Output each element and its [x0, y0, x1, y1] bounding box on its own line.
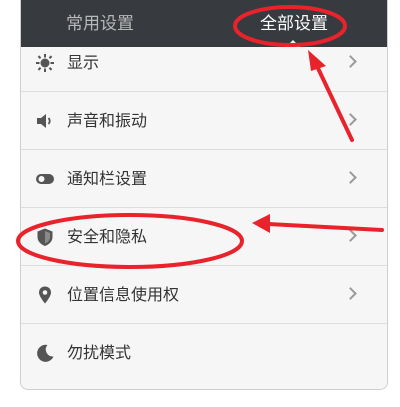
chevron-right-icon [344, 229, 357, 242]
settings-item-label: 安全和隐私 [67, 227, 148, 246]
chevron-right-icon [344, 287, 357, 300]
settings-item-label: 声音和振动 [67, 111, 148, 130]
settings-item-security[interactable]: 安全和隐私 [21, 208, 387, 266]
chevron-right-icon [344, 171, 357, 184]
chevron-right-icon [344, 113, 357, 126]
settings-item-location[interactable]: 位置信息使用权 [21, 266, 387, 324]
settings-screen: 常用设置 全部设置 显示 声音和振动 通知栏设置 安全和隐私 位置信息使用权 勿… [20, 0, 388, 390]
chevron-right-icon [344, 55, 357, 68]
settings-item-display[interactable]: 显示 [21, 34, 387, 92]
toggle-icon [36, 174, 54, 184]
brightness-icon [36, 54, 54, 72]
shield-icon [37, 228, 53, 246]
location-pin-icon [39, 286, 51, 304]
settings-item-label: 通知栏设置 [67, 169, 148, 188]
settings-item-label: 勿扰模式 [67, 343, 132, 362]
settings-item-do-not-disturb[interactable]: 勿扰模式 [21, 324, 387, 382]
settings-item-label: 显示 [67, 53, 100, 72]
settings-item-sound[interactable]: 声音和振动 [21, 92, 387, 150]
settings-item-notification[interactable]: 通知栏设置 [21, 150, 387, 208]
settings-item-label: 位置信息使用权 [67, 285, 180, 304]
moon-icon [37, 344, 54, 362]
speaker-icon [37, 114, 51, 128]
